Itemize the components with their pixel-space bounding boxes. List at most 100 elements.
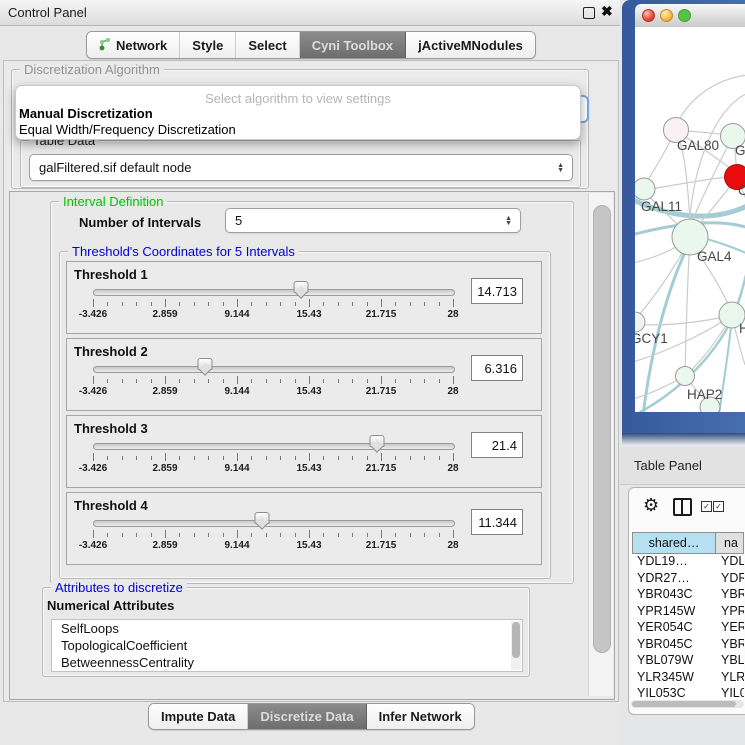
list-item[interactable]: BetweennessCentrality: [52, 654, 522, 671]
checkbox-icon[interactable]: ✓: [713, 501, 724, 512]
threshold-3-value-field[interactable]: 21.4: [471, 432, 523, 458]
tick-mark: [424, 456, 425, 460]
list-item[interactable]: TopologicalCoefficient: [52, 637, 522, 654]
table-row[interactable]: YPR145WYPR1: [632, 604, 744, 621]
table-row[interactable]: YBR045CYBR0: [632, 637, 744, 654]
dropdown-option-equal-width[interactable]: Equal Width/Frequency Discretization: [19, 122, 236, 137]
table-row[interactable]: YIL053CYIL0: [632, 686, 744, 700]
table-horizontal-scrollbar[interactable]: [631, 700, 744, 708]
table-cell[interactable]: YIL0: [715, 686, 744, 700]
table-cell[interactable]: YER054C: [632, 620, 715, 637]
dropdown-option-manual[interactable]: Manual Discretization: [19, 106, 153, 121]
tab-impute-data[interactable]: Impute Data: [149, 704, 248, 729]
table-cell[interactable]: YIL053C: [632, 686, 715, 700]
tick-mark: [208, 456, 209, 460]
tick-mark: [208, 533, 209, 537]
threshold-2-slider-handle[interactable]: [197, 358, 212, 370]
table-cell[interactable]: YBR0: [715, 637, 744, 654]
table-cell[interactable]: YDR27…: [632, 571, 715, 588]
table-cell[interactable]: YDL19…: [632, 554, 715, 571]
settings-scrollbar[interactable]: [588, 193, 613, 696]
column-header-name[interactable]: na: [716, 533, 743, 553]
threshold-2-slider[interactable]: [93, 366, 455, 373]
list-item[interactable]: SelfLoops: [52, 620, 522, 637]
tick-mark: [280, 379, 281, 383]
number-of-intervals-combobox[interactable]: 5 ▲▼: [225, 208, 521, 233]
table-cell[interactable]: YBR043C: [632, 587, 715, 604]
threshold-1-slider[interactable]: [93, 289, 455, 296]
table-row[interactable]: YBR043CYBR0: [632, 587, 744, 604]
network-canvas[interactable]: GAL80 GA C GAL11 GAL4 GCY1 H HAP2: [635, 27, 745, 412]
attributes-scrollbar[interactable]: [511, 621, 521, 670]
tick-mark: [179, 302, 180, 306]
checkbox-icon[interactable]: ✓: [701, 501, 712, 512]
tick-mark: [381, 453, 382, 461]
tick-label: 15.43: [296, 386, 321, 397]
close-traffic-light-icon[interactable]: [642, 9, 655, 22]
table-cell[interactable]: YPR1: [715, 604, 744, 621]
numerical-attributes-list: SelfLoopsTopologicalCoefficientBetweenne…: [51, 619, 523, 672]
tick-mark: [309, 376, 310, 384]
threshold-3-slider[interactable]: [93, 443, 455, 450]
threshold-1-value-field[interactable]: 14.713: [471, 278, 523, 304]
tick-mark: [179, 379, 180, 383]
control-panel: Control Panel ✖ Network Style: [0, 0, 620, 745]
gear-icon[interactable]: ⚙: [643, 496, 659, 514]
columns-icon[interactable]: [673, 498, 692, 516]
minimize-traffic-light-icon[interactable]: [660, 9, 673, 22]
threshold-4-slider-handle[interactable]: [255, 512, 270, 524]
tab-jactivemnodules[interactable]: jActiveMNodules: [406, 32, 535, 58]
tick-mark: [194, 456, 195, 460]
table-cell[interactable]: YPR145W: [632, 604, 715, 621]
tick-mark: [439, 456, 440, 460]
table-cell[interactable]: YDL1: [715, 554, 744, 571]
table-cell[interactable]: YLR345W: [632, 670, 715, 687]
table-data-combobox[interactable]: galFiltered.sif default node ▲▼: [29, 154, 573, 181]
tab-style[interactable]: Style: [180, 32, 236, 58]
tab-discretize-data[interactable]: Discretize Data: [248, 704, 366, 729]
attributes-scrollbar-thumb[interactable]: [512, 622, 520, 658]
tick-mark: [151, 456, 152, 460]
settings-scrollbar-thumb[interactable]: [593, 205, 611, 653]
tab-impute-label: Impute Data: [161, 709, 235, 724]
table-cell[interactable]: YBL0: [715, 653, 744, 670]
tab-select[interactable]: Select: [236, 32, 299, 58]
threshold-2-value-field[interactable]: 6.316: [471, 355, 523, 381]
table-cell[interactable]: YBR0: [715, 587, 744, 604]
tick-label: -3.426: [79, 463, 107, 474]
label-gcy1: GCY1: [635, 331, 668, 346]
table-cell[interactable]: YLR3: [715, 670, 744, 687]
table-cell[interactable]: YBR045C: [632, 637, 715, 654]
close-icon[interactable]: ✖: [601, 3, 613, 20]
tick-mark: [453, 453, 454, 461]
table-row[interactable]: YBL079WYBL0: [632, 653, 744, 670]
threshold-coordinates-title: Threshold's Coordinates for 5 Intervals: [68, 244, 299, 259]
threshold-4-slider[interactable]: [93, 520, 455, 527]
table-horizontal-scrollbar-thumb[interactable]: [632, 701, 736, 707]
float-window-icon[interactable]: [583, 7, 595, 19]
threshold-4-row: Threshold 4 -3.4262.8599.14415.4321.7152…: [66, 492, 542, 565]
tick-label: 15.43: [296, 540, 321, 551]
tab-cyni-toolbox[interactable]: Cyni Toolbox: [300, 32, 406, 58]
zoom-traffic-light-icon[interactable]: [678, 9, 691, 22]
table-cell[interactable]: YDR2: [715, 571, 744, 588]
table-cell[interactable]: YER0: [715, 620, 744, 637]
table-row[interactable]: YDR27…YDR2: [632, 571, 744, 588]
table-cell[interactable]: YBL079W: [632, 653, 715, 670]
threshold-1-slider-handle[interactable]: [293, 281, 308, 293]
tab-infer-network[interactable]: Infer Network: [367, 704, 474, 729]
tick-mark: [266, 379, 267, 383]
tick-label: 28: [447, 309, 458, 320]
tab-network[interactable]: Network: [87, 32, 180, 58]
threshold-4-value-field[interactable]: 11.344: [471, 509, 523, 535]
network-window-titlebar[interactable]: [635, 4, 745, 28]
table-row[interactable]: YLR345WYLR3: [632, 670, 744, 687]
table-row[interactable]: YER054CYER0: [632, 620, 744, 637]
slider-ticks: [93, 376, 453, 385]
threshold-1-row: Threshold 1 -3.4262.8599.14415.4321.7152…: [66, 261, 542, 334]
threshold-coordinates-group: Threshold's Coordinates for 5 Intervals …: [59, 251, 551, 579]
tick-mark: [381, 376, 382, 384]
column-header-shared-name[interactable]: shared…: [633, 533, 716, 553]
threshold-3-slider-handle[interactable]: [370, 435, 385, 447]
table-row[interactable]: YDL19…YDL1: [632, 554, 744, 571]
